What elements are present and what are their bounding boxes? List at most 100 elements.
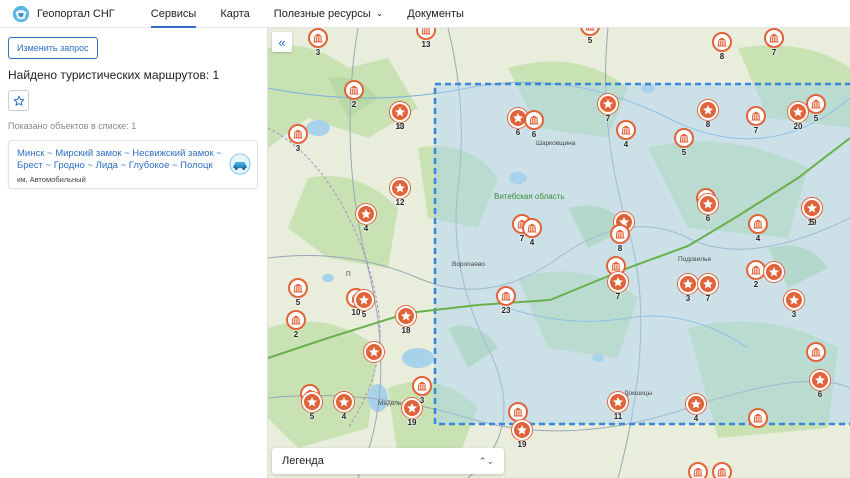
poi-star-marker[interactable] (364, 342, 384, 362)
monument-icon (769, 33, 779, 43)
sidebar-panel: Изменить запрос Найдено туристических ма… (0, 28, 268, 478)
poi-monument-marker[interactable] (712, 462, 732, 478)
poi-monument-marker[interactable] (748, 408, 768, 428)
legend-label: Легенда (282, 455, 324, 467)
nav-services[interactable]: Сервисы (139, 0, 209, 28)
star-icon (513, 113, 523, 123)
poi-star-marker[interactable] (698, 274, 718, 294)
nav-label: Сервисы (150, 7, 197, 20)
geoportal-logo-icon[interactable] (12, 5, 30, 23)
star-icon (807, 203, 817, 213)
nav-documents[interactable]: Документы (395, 0, 476, 28)
monument-icon (293, 129, 303, 139)
poi-star-marker[interactable] (678, 274, 698, 294)
marker-count-label: 7 (605, 114, 611, 123)
place-label: Воропаево (452, 261, 485, 268)
star-icon (769, 267, 779, 277)
route-card[interactable]: Минск ~ Мирский замок ~ Несвижский замок… (8, 140, 258, 189)
marker-count-label: 4 (341, 412, 347, 421)
poi-star-marker[interactable] (686, 394, 706, 414)
marker-count-label: 3 (791, 310, 797, 319)
marker-count-label: 2 (351, 100, 357, 109)
star-icon (703, 105, 713, 115)
monument-icon (501, 291, 511, 301)
star-icon (603, 99, 613, 109)
monument-icon (717, 37, 727, 47)
nav-useful-resources[interactable]: Полезные ресурсы ⌄ (262, 0, 395, 28)
poi-monument-marker[interactable] (344, 80, 364, 100)
star-icon (703, 199, 713, 209)
poi-star-marker[interactable] (356, 204, 376, 224)
poi-monument-marker[interactable] (522, 218, 542, 238)
monument-icon (751, 265, 761, 275)
poi-star-marker[interactable] (608, 272, 628, 292)
poi-monument-marker[interactable] (712, 32, 732, 52)
poi-star-marker[interactable] (390, 102, 410, 122)
poi-monument-marker[interactable] (308, 28, 328, 48)
poi-monument-marker[interactable] (288, 124, 308, 144)
monument-icon (417, 381, 427, 391)
star-icon (815, 375, 825, 385)
star-icon (359, 295, 369, 305)
brand-title[interactable]: Геопортал СНГ (37, 8, 115, 20)
poi-monument-marker[interactable] (806, 94, 826, 114)
poi-star-marker[interactable] (354, 290, 374, 310)
poi-star-marker[interactable] (608, 392, 628, 412)
poi-monument-marker[interactable] (746, 106, 766, 126)
poi-star-marker[interactable] (598, 94, 618, 114)
poi-monument-marker[interactable] (746, 260, 766, 280)
marker-count-label: 3 (315, 48, 321, 57)
collapse-panel-button[interactable]: « (272, 32, 292, 52)
poi-monument-marker[interactable] (412, 376, 432, 396)
poi-monument-marker[interactable] (616, 120, 636, 140)
poi-monument-marker[interactable] (288, 278, 308, 298)
marker-count-label: 8 (705, 120, 711, 129)
poi-star-marker[interactable] (698, 194, 718, 214)
marker-count-label: 5 (309, 412, 315, 421)
place-label: Подсвилье (678, 256, 712, 263)
poi-monument-marker[interactable] (610, 224, 630, 244)
poi-star-marker[interactable] (764, 262, 784, 282)
poi-star-marker[interactable] (810, 370, 830, 390)
results-title: Найдено туристических маршрутов: 1 (8, 68, 220, 82)
poi-star-marker[interactable] (802, 198, 822, 218)
marker-count-label: 8 (617, 244, 623, 253)
car-route-icon (229, 153, 251, 175)
poi-star-marker[interactable] (302, 392, 322, 412)
poi-monument-marker[interactable] (286, 310, 306, 330)
place-label: П (346, 271, 351, 278)
nav-map[interactable]: Карта (208, 0, 261, 28)
monument-icon (421, 28, 431, 35)
change-query-button[interactable]: Изменить запрос (8, 37, 98, 59)
poi-monument-marker[interactable] (674, 128, 694, 148)
monument-icon (693, 467, 703, 477)
poi-star-marker[interactable] (698, 100, 718, 120)
monument-icon (293, 283, 303, 293)
marker-count-label: 5 (361, 310, 367, 319)
monument-icon (811, 347, 821, 357)
map-view[interactable]: Шарковщина Витебская область Воропаево П… (268, 28, 850, 478)
poi-star-marker[interactable] (390, 178, 410, 198)
marker-count-label: 5 (813, 114, 819, 123)
poi-monument-marker[interactable] (496, 286, 516, 306)
poi-monument-marker[interactable] (764, 28, 784, 48)
poi-monument-marker[interactable] (688, 462, 708, 478)
poi-star-marker[interactable] (396, 306, 416, 326)
place-label: Мядель (378, 400, 402, 407)
marker-count-label: 20 (793, 122, 803, 131)
monument-icon (615, 229, 625, 239)
poi-monument-marker[interactable] (508, 402, 528, 422)
legend-dropdown[interactable]: Легенда ⌃⌄ (272, 448, 504, 474)
marker-count-label: 5 (681, 148, 687, 157)
poi-star-marker[interactable] (512, 420, 532, 440)
favorite-button[interactable] (8, 90, 29, 111)
chevron-down-icon: ⌄ (375, 8, 384, 18)
poi-star-marker[interactable] (784, 290, 804, 310)
star-icon (395, 183, 405, 193)
route-title-link[interactable]: Минск ~ Мирский замок ~ Несвижский замок… (17, 148, 225, 172)
marker-count-label: 7 (705, 294, 711, 303)
poi-monument-marker[interactable] (524, 110, 544, 130)
poi-star-marker[interactable] (334, 392, 354, 412)
poi-monument-marker[interactable] (806, 342, 826, 362)
poi-monument-marker[interactable] (748, 214, 768, 234)
